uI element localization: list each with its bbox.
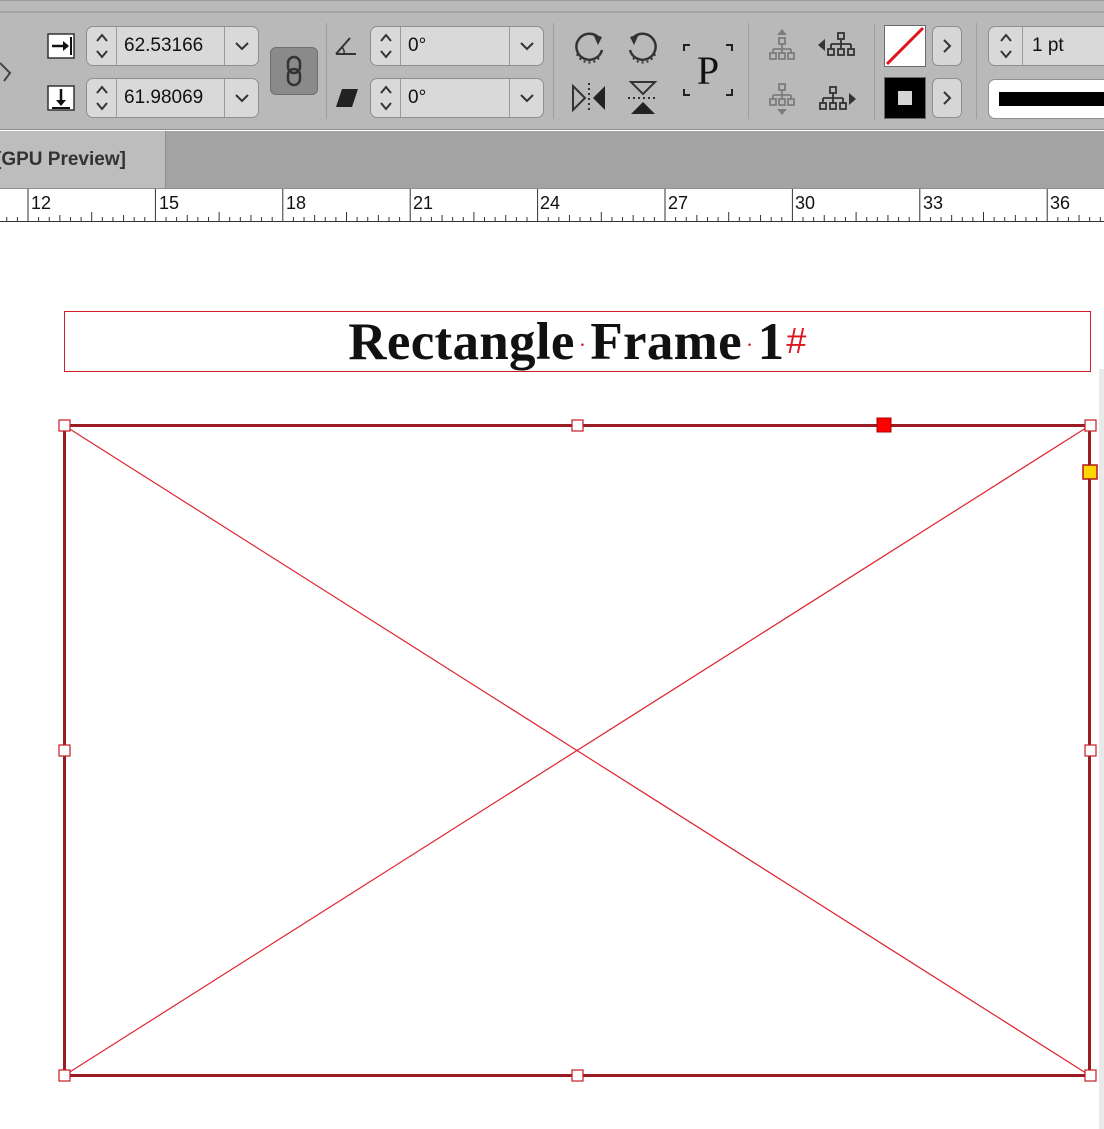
chevron-down-icon xyxy=(519,94,534,103)
chevron-down-icon xyxy=(234,42,249,51)
toolbar-separator xyxy=(874,23,875,119)
toolbar-separator xyxy=(326,23,327,119)
toolbar-separator xyxy=(976,23,977,119)
ruler-label: 15 xyxy=(159,193,180,213)
flip-vertical-icon[interactable] xyxy=(622,77,664,119)
rotate-clockwise-icon[interactable] xyxy=(568,25,610,67)
scale-x-stepper[interactable] xyxy=(87,27,117,65)
constrain-proportions-button[interactable] xyxy=(270,47,318,95)
scale-x-value[interactable]: 62.53166 xyxy=(117,27,224,65)
stroke-weight-stepper[interactable] xyxy=(989,27,1023,65)
handle-bottom-left[interactable] xyxy=(58,1069,71,1082)
handle-middle-right[interactable] xyxy=(1084,744,1097,757)
document-canvas[interactable]: Rectangle ·Frame ·1# xyxy=(0,222,1104,1129)
ruler-label: 24 xyxy=(540,193,561,213)
stroke-weight-value[interactable]: 1 pt xyxy=(1023,27,1064,65)
select-previous-icon[interactable] xyxy=(816,27,858,63)
tab-document[interactable]: [GPU Preview] xyxy=(0,131,166,188)
ruler-label: 18 xyxy=(286,193,307,213)
pasteboard-edge xyxy=(1099,369,1104,1129)
scale-y-field[interactable]: 61.98069 xyxy=(86,78,259,118)
toolbar-separator xyxy=(553,23,554,119)
shear-field[interactable]: 0° xyxy=(370,78,544,118)
handle-bottom-center[interactable] xyxy=(571,1069,584,1082)
flip-horizontal-icon[interactable] xyxy=(568,77,610,119)
ruler-label: 21 xyxy=(413,193,434,213)
shear-value[interactable]: 0° xyxy=(401,79,509,117)
select-container-icon[interactable] xyxy=(764,25,800,65)
ruler-label: 36 xyxy=(1050,193,1071,213)
tab-document-label: [GPU Preview] xyxy=(0,148,126,170)
rotation-dropdown[interactable] xyxy=(509,27,543,65)
scale-x-dropdown[interactable] xyxy=(224,27,258,65)
fill-menu-button[interactable] xyxy=(932,26,962,66)
rotation-stepper[interactable] xyxy=(371,27,401,65)
stroke-type-preview xyxy=(999,92,1104,106)
shear-stepper[interactable] xyxy=(371,79,401,117)
scale-x-field[interactable]: 62.53166 xyxy=(86,26,259,66)
fill-none-swatch[interactable] xyxy=(884,25,926,67)
ruler-label: 33 xyxy=(923,193,944,213)
handle-middle-left[interactable] xyxy=(58,744,71,757)
chevron-down-icon xyxy=(519,42,534,51)
live-corner-handle[interactable] xyxy=(1082,464,1098,480)
rotation-value[interactable]: 0° xyxy=(401,27,509,65)
toolbar-separator xyxy=(748,23,749,119)
reference-point-label: P xyxy=(696,47,720,93)
chevron-right-icon xyxy=(943,39,952,53)
text-frame-out-port[interactable] xyxy=(876,417,892,433)
ruler-label: 27 xyxy=(668,193,689,213)
horizontal-ruler[interactable]: 12 15 18 21 24 27 30 33 36 xyxy=(0,188,1104,222)
handle-top-right[interactable] xyxy=(1084,419,1097,432)
link-icon xyxy=(286,55,302,87)
ruler-label: 30 xyxy=(795,193,816,213)
ruler-label: 12 xyxy=(31,193,52,213)
stroke-swatch[interactable] xyxy=(884,77,926,119)
handle-top-left[interactable] xyxy=(58,419,71,432)
control-toolbar: 62.53166 61.98069 0° 0° P 1 pt xyxy=(0,0,1104,130)
document-tab-bar: [GPU Preview] xyxy=(0,131,1104,188)
chevron-down-icon xyxy=(234,94,249,103)
stroke-swatch-inner xyxy=(898,91,912,105)
reference-point-button[interactable]: P xyxy=(680,41,736,99)
tool-partial-icon[interactable] xyxy=(0,59,16,85)
rotation-field[interactable]: 0° xyxy=(370,26,544,66)
handle-top-center[interactable] xyxy=(571,419,584,432)
shear-icon xyxy=(334,85,360,111)
graphics-frame[interactable] xyxy=(0,222,1104,1114)
stroke-weight-field[interactable]: 1 pt xyxy=(988,26,1104,66)
scale-vertical-icon xyxy=(46,82,76,114)
rotate-counterclockwise-icon[interactable] xyxy=(622,25,664,67)
shear-dropdown[interactable] xyxy=(509,79,543,117)
scale-y-value[interactable]: 61.98069 xyxy=(117,79,224,117)
handle-bottom-right[interactable] xyxy=(1084,1069,1097,1082)
stroke-type-selector[interactable] xyxy=(988,79,1104,119)
select-next-icon[interactable] xyxy=(816,81,858,117)
select-content-icon[interactable] xyxy=(764,79,800,119)
toolbar-top-divider xyxy=(0,11,1104,13)
scale-y-dropdown[interactable] xyxy=(224,79,258,117)
chevron-right-icon xyxy=(943,91,952,105)
stroke-menu-button[interactable] xyxy=(932,78,962,118)
scale-y-stepper[interactable] xyxy=(87,79,117,117)
scale-horizontal-icon xyxy=(46,30,76,62)
rotation-angle-icon xyxy=(334,33,360,59)
